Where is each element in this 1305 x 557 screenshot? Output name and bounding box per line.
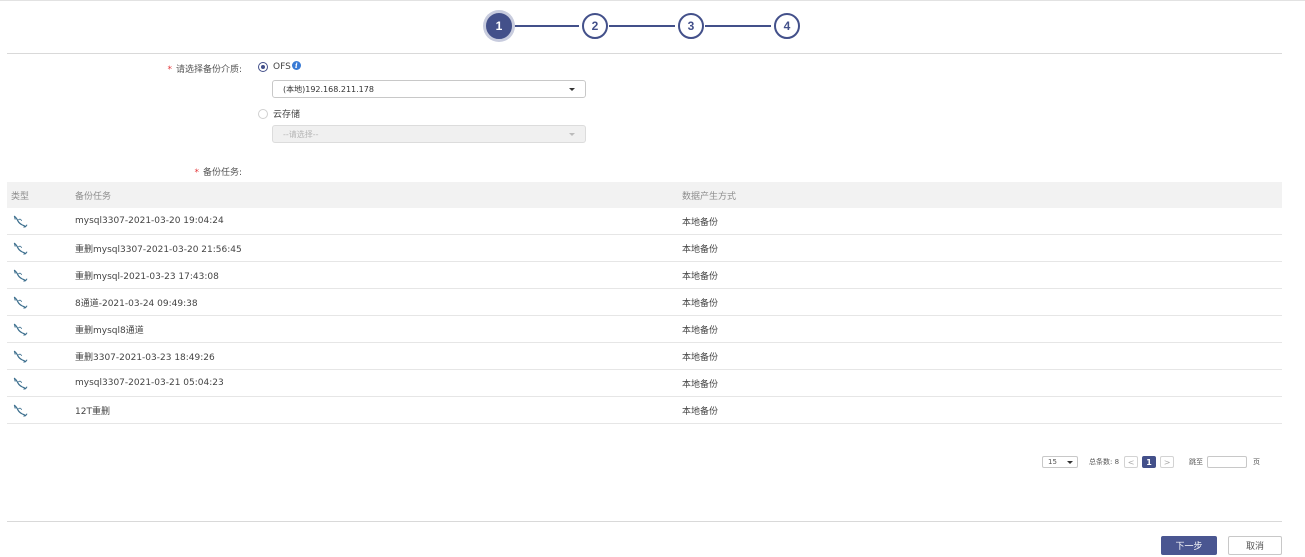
mysql-dolphin-icon (13, 350, 28, 363)
row-type (7, 269, 75, 282)
total-count: 总条数: 8 (1089, 458, 1120, 466)
row-method: 本地备份 (682, 271, 719, 282)
table-header: 类型 备份任务 数据产生方式 (7, 182, 1282, 208)
ofs-select[interactable]: (本地)192.168.211.178 (272, 80, 586, 98)
step-1[interactable]: 1 (486, 13, 512, 39)
radio-cloud-label: 云存储 (273, 110, 301, 120)
row-type (7, 404, 75, 417)
task-label-text: 备份任务: (202, 168, 242, 178)
row-task: 重删3307-2021-03-23 18:49:26 (75, 352, 215, 363)
table-row[interactable]: 12T重删 本地备份 (7, 397, 1282, 424)
row-task: mysql3307-2021-03-20 19:04:24 (75, 216, 224, 226)
radio-ofs-label: OFS (273, 62, 291, 72)
radio-cloud-indicator[interactable] (258, 108, 268, 119)
mysql-dolphin-icon (13, 323, 28, 336)
row-type (7, 296, 75, 309)
row-method: 本地备份 (682, 298, 719, 309)
row-method: 本地备份 (682, 352, 719, 363)
row-task: 重删mysql8通道 (75, 325, 144, 336)
mysql-dolphin-icon (13, 404, 28, 417)
mysql-dolphin-icon (13, 269, 28, 282)
next-page-button[interactable]: > (1160, 456, 1175, 468)
info-icon[interactable]: i (291, 60, 301, 70)
table-row[interactable]: 重删mysql8通道 本地备份 (7, 316, 1282, 343)
cloud-select[interactable]: --请选择-- (272, 125, 586, 143)
required-marker: * (167, 65, 172, 75)
mysql-dolphin-icon (13, 242, 28, 255)
chevron-down-icon (1067, 461, 1073, 464)
media-label: * 请选择备份介质: (2, 62, 242, 75)
step-connector (609, 25, 675, 27)
jump-page-input[interactable] (1207, 456, 1248, 468)
backup-task-table: 类型 备份任务 数据产生方式 mysql3307-2021-03-20 19:0… (7, 182, 1282, 424)
chevron-down-icon (569, 88, 575, 91)
wizard-stepper: 1 2 3 4 (0, 12, 1305, 40)
pagination: 15 总条数: 8 < 1 > 跳至 页 (1042, 455, 1260, 469)
page-size-select[interactable]: 15 (1042, 456, 1078, 468)
mysql-dolphin-icon (13, 296, 28, 309)
row-method: 本地备份 (682, 217, 719, 228)
step-connector (705, 25, 771, 27)
col-method: 数据产生方式 (682, 191, 737, 202)
row-type (7, 242, 75, 255)
row-method: 本地备份 (682, 379, 719, 390)
page-suffix: 页 (1253, 458, 1261, 466)
table-row[interactable]: 重删mysql-2021-03-23 17:43:08 本地备份 (7, 262, 1282, 289)
page-button-1[interactable]: 1 (1142, 456, 1157, 468)
radio-cloud[interactable]: 云存储 (258, 107, 300, 120)
next-step-button[interactable]: 下一步 (1161, 536, 1217, 555)
table-row[interactable]: mysql3307-2021-03-21 05:04:23 本地备份 (7, 370, 1282, 397)
cloud-select-placeholder: --请选择-- (283, 129, 319, 139)
col-task: 备份任务 (75, 191, 112, 202)
step-connector (513, 25, 579, 27)
step-3[interactable]: 3 (678, 13, 704, 39)
row-task: 8通道-2021-03-24 09:49:38 (75, 298, 198, 309)
table-row[interactable]: 8通道-2021-03-24 09:49:38 本地备份 (7, 289, 1282, 316)
step-2[interactable]: 2 (582, 13, 608, 39)
col-type: 类型 (11, 191, 30, 202)
row-method: 本地备份 (682, 325, 719, 336)
page-size-value: 15 (1048, 458, 1057, 466)
mysql-dolphin-icon (13, 377, 28, 390)
row-method: 本地备份 (682, 244, 719, 255)
row-type (7, 323, 75, 336)
row-task: mysql3307-2021-03-21 05:04:23 (75, 378, 224, 388)
cancel-button[interactable]: 取消 (1228, 536, 1282, 555)
row-type (7, 215, 75, 228)
table-row[interactable]: mysql3307-2021-03-20 19:04:24 本地备份 (7, 208, 1282, 235)
task-label: * 备份任务: (2, 165, 242, 178)
header-divider (7, 53, 1282, 54)
table-row[interactable]: 重删3307-2021-03-23 18:49:26 本地备份 (7, 343, 1282, 370)
mysql-dolphin-icon (13, 215, 28, 228)
row-type (7, 377, 75, 390)
media-label-text: 请选择备份介质: (175, 65, 242, 75)
jump-label: 跳至 (1189, 458, 1204, 466)
row-task: 重删mysql3307-2021-03-20 21:56:45 (75, 244, 242, 255)
top-border (0, 0, 1305, 1)
chevron-down-icon (569, 133, 575, 136)
row-task: 12T重删 (75, 406, 110, 417)
prev-page-button[interactable]: < (1124, 456, 1139, 468)
table-row[interactable]: 重删mysql3307-2021-03-20 21:56:45 本地备份 (7, 235, 1282, 262)
radio-ofs-indicator[interactable] (258, 62, 268, 72)
row-task: 重删mysql-2021-03-23 17:43:08 (75, 271, 219, 282)
radio-ofs[interactable]: OFS i (258, 60, 301, 72)
ofs-select-value: (本地)192.168.211.178 (283, 84, 374, 94)
step-4[interactable]: 4 (774, 13, 800, 39)
required-marker: * (194, 168, 199, 178)
row-type (7, 350, 75, 363)
footer-divider (7, 521, 1282, 522)
row-method: 本地备份 (682, 406, 719, 417)
